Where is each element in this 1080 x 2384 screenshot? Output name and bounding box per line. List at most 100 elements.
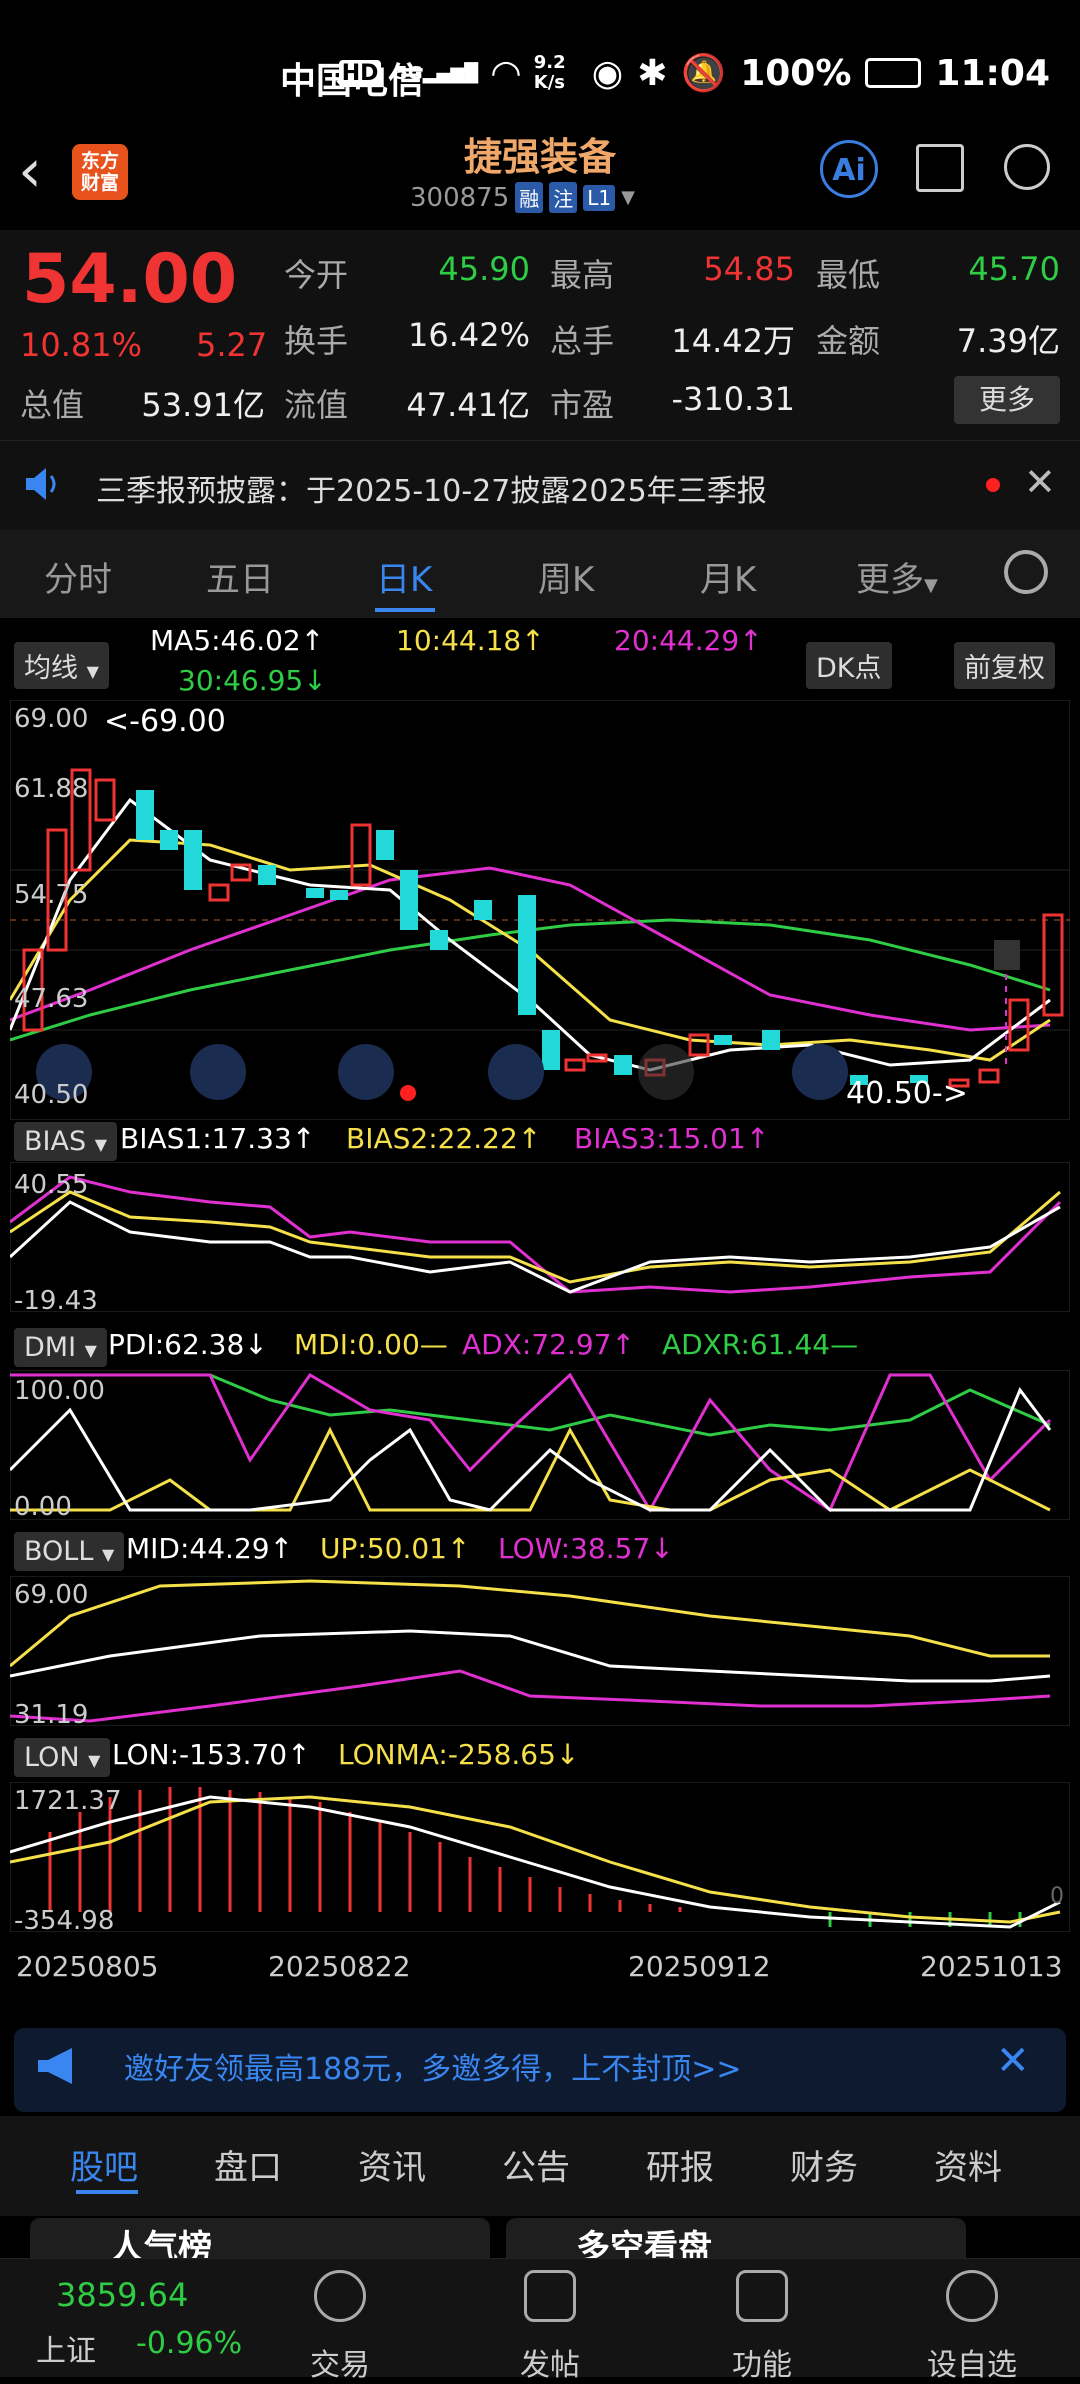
megaphone-icon <box>38 2048 72 2084</box>
watchlist-button[interactable]: 设自选 <box>912 2340 1032 2384</box>
close-icon[interactable]: ✕ <box>1024 460 1056 504</box>
dmi-chart[interactable] <box>10 1370 1070 1520</box>
ma-selector[interactable]: 均线 ▼ <box>14 642 109 689</box>
stock-code-row[interactable]: 300875 融 注 L1 ▼ <box>410 182 635 213</box>
mdi-value: MDI:0.00— <box>294 1328 448 1361</box>
tab-more[interactable]: 更多▼ <box>856 552 938 601</box>
tab-financials[interactable]: 财务 <box>790 2140 858 2189</box>
kline-axis-l4: 47.63 <box>14 984 89 1014</box>
label-volume: 总手 <box>550 322 615 360</box>
more-dots-icon[interactable] <box>946 2270 998 2322</box>
tab-news[interactable]: 资讯 <box>358 2140 426 2189</box>
search-icon[interactable] <box>1004 144 1050 190</box>
zoom-out-button[interactable] <box>190 1044 246 1100</box>
bias3-value: BIAS3:15.01↑ <box>574 1122 770 1155</box>
lon-selector[interactable]: LON ▼ <box>14 1738 111 1777</box>
dk-point-button[interactable]: DK点 <box>806 642 892 689</box>
boll-low-text: LOW:38.57 <box>498 1532 651 1565</box>
close-icon[interactable]: ✕ <box>996 2038 1030 2084</box>
share-icon[interactable] <box>916 144 964 192</box>
unread-dot <box>986 478 1000 492</box>
value-volume: 14.42万 <box>671 322 795 360</box>
value-amount: 7.39亿 <box>956 322 1060 360</box>
tab-research[interactable]: 研报 <box>646 2140 714 2189</box>
bluetooth-icon: ✱ <box>637 52 668 94</box>
label-turnover: 换手 <box>284 322 349 360</box>
change-percent: 10.81% <box>20 326 143 364</box>
bias-selector-label: BIAS <box>24 1126 87 1157</box>
tab-intraday[interactable]: 分时 <box>44 552 112 601</box>
chevron-down-icon: ▼ <box>94 1135 108 1154</box>
lonma-value: LONMA:-258.65↓ <box>338 1738 580 1771</box>
date-label-2: 20250822 <box>268 1950 411 1983</box>
adjust-button[interactable]: 前复权 <box>954 642 1055 689</box>
ma5-text: MA5:46.02 <box>150 624 301 657</box>
promo-text: 邀好友领最高188元，多邀多得，上不封顶>> <box>124 2052 742 2087</box>
status-bar: 中国电信 HD 5G▂▄▆█ ◠ 9.2 K/s ◉ ✱ 🔕 100% 11:0… <box>0 0 1080 140</box>
chevron-down-icon: ▼ <box>88 1751 101 1770</box>
step-left-button[interactable] <box>488 1044 544 1100</box>
value-low: 45.70 <box>968 250 1060 288</box>
network-type: 5G <box>395 62 423 84</box>
bias1-value: BIAS1:17.33↑ <box>120 1122 316 1155</box>
bias-axis-top: 40.55 <box>14 1170 89 1200</box>
lon-axis-bottom: -354.98 <box>14 1906 115 1936</box>
boll-chart[interactable] <box>10 1576 1070 1726</box>
chevron-down-icon: ▼ <box>84 1341 97 1360</box>
tag-registered: 注 <box>549 182 578 213</box>
functions-button[interactable]: 功能 <box>702 2340 822 2384</box>
lon-chart[interactable] <box>10 1782 1070 1932</box>
ma20-text: 20:44.29 <box>614 624 740 657</box>
stock-code: 300875 <box>410 182 510 213</box>
date-label-1: 20250805 <box>16 1950 159 1983</box>
index-value[interactable]: 3859.64 <box>56 2276 188 2314</box>
kline-chart[interactable] <box>10 700 1070 1120</box>
label-pe: 市盈 <box>550 386 615 424</box>
pan-right-button[interactable] <box>792 1044 848 1100</box>
grid-icon[interactable] <box>736 2270 788 2322</box>
bias-chart[interactable] <box>10 1162 1070 1312</box>
tab-weekly-k[interactable]: 周K <box>538 552 594 601</box>
tab-daily-k[interactable]: 日K <box>376 552 432 601</box>
ma5-value: MA5:46.02↑ <box>150 624 325 657</box>
gear-icon[interactable] <box>1004 550 1048 594</box>
dmi-axis-top: 100.00 <box>14 1376 105 1406</box>
label-low: 最低 <box>816 256 881 294</box>
tab-announcements[interactable]: 公告 <box>502 2140 570 2189</box>
trade-button[interactable]: 交易 <box>280 2340 400 2384</box>
step-right-button[interactable] <box>638 1044 694 1100</box>
tab-forum[interactable]: 股吧 <box>70 2140 138 2189</box>
bias-selector[interactable]: BIAS ▼ <box>14 1122 118 1161</box>
bias-axis-bottom: -19.43 <box>14 1286 98 1316</box>
tab-monthly-k[interactable]: 月K <box>700 552 756 601</box>
yuan-icon[interactable] <box>314 2270 366 2322</box>
label-high: 最高 <box>550 256 615 294</box>
boll-selector[interactable]: BOLL ▼ <box>14 1532 125 1571</box>
value-market-cap: 53.91亿 <box>141 386 265 424</box>
tag-margin: 融 <box>515 182 544 213</box>
index-change[interactable]: -0.96% <box>136 2326 242 2361</box>
kline-max-marker: <-69.00 <box>104 704 226 739</box>
zoom-in-button[interactable] <box>338 1044 394 1100</box>
more-button[interactable]: 更多 <box>954 376 1060 424</box>
ai-button[interactable]: Ai <box>820 140 878 198</box>
tab-order-book[interactable]: 盘口 <box>214 2140 282 2189</box>
boll-mid-value: MID:44.29↑ <box>126 1532 294 1565</box>
value-turnover: 16.42% <box>407 316 530 354</box>
tab-five-day[interactable]: 五日 <box>206 552 274 601</box>
mdi-text: MDI:0.00 <box>294 1328 420 1361</box>
value-pe: -310.31 <box>671 380 795 418</box>
ma10-value: 10:44.18↑ <box>396 624 545 657</box>
chevron-down-icon: ▼ <box>101 1545 115 1564</box>
dmi-selector[interactable]: DMI ▼ <box>14 1328 107 1367</box>
lon-value: LON:-153.70↑ <box>112 1738 311 1771</box>
edit-icon[interactable] <box>524 2270 576 2322</box>
hd-badge: HD <box>338 59 382 87</box>
ma-selector-label: 均线 <box>24 653 78 684</box>
post-button[interactable]: 发帖 <box>490 2340 610 2384</box>
active-tab-indicator <box>76 2190 138 2194</box>
boll-low-value: LOW:38.57↓ <box>498 1532 674 1565</box>
index-name[interactable]: 上证 <box>36 2326 96 2370</box>
tab-profile[interactable]: 资料 <box>934 2140 1002 2189</box>
battery-percent: 100% <box>740 52 852 94</box>
